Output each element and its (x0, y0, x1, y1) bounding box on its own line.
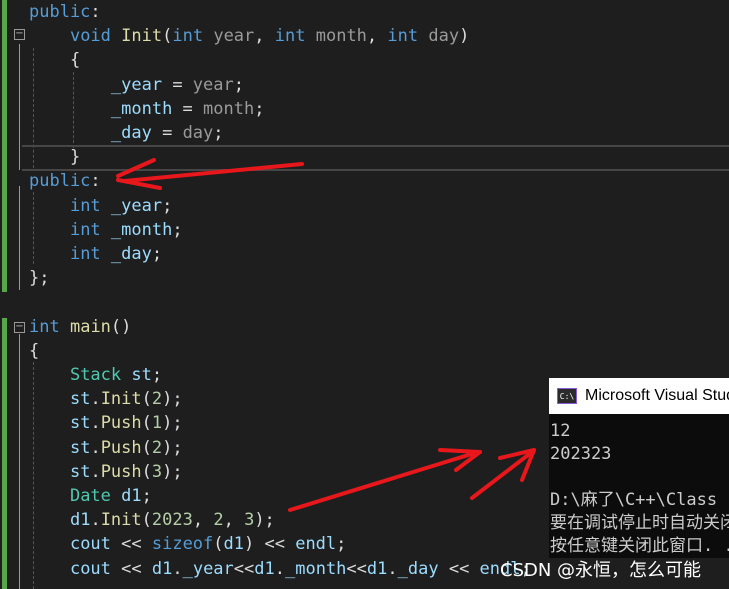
arrow-annotation (470, 448, 536, 500)
arrow-annotation (116, 158, 304, 190)
csdn-watermark: CSDN @永恒，怎么可能 (500, 560, 702, 581)
annotation-arrows (116, 158, 536, 512)
arrow-annotation (288, 448, 482, 512)
